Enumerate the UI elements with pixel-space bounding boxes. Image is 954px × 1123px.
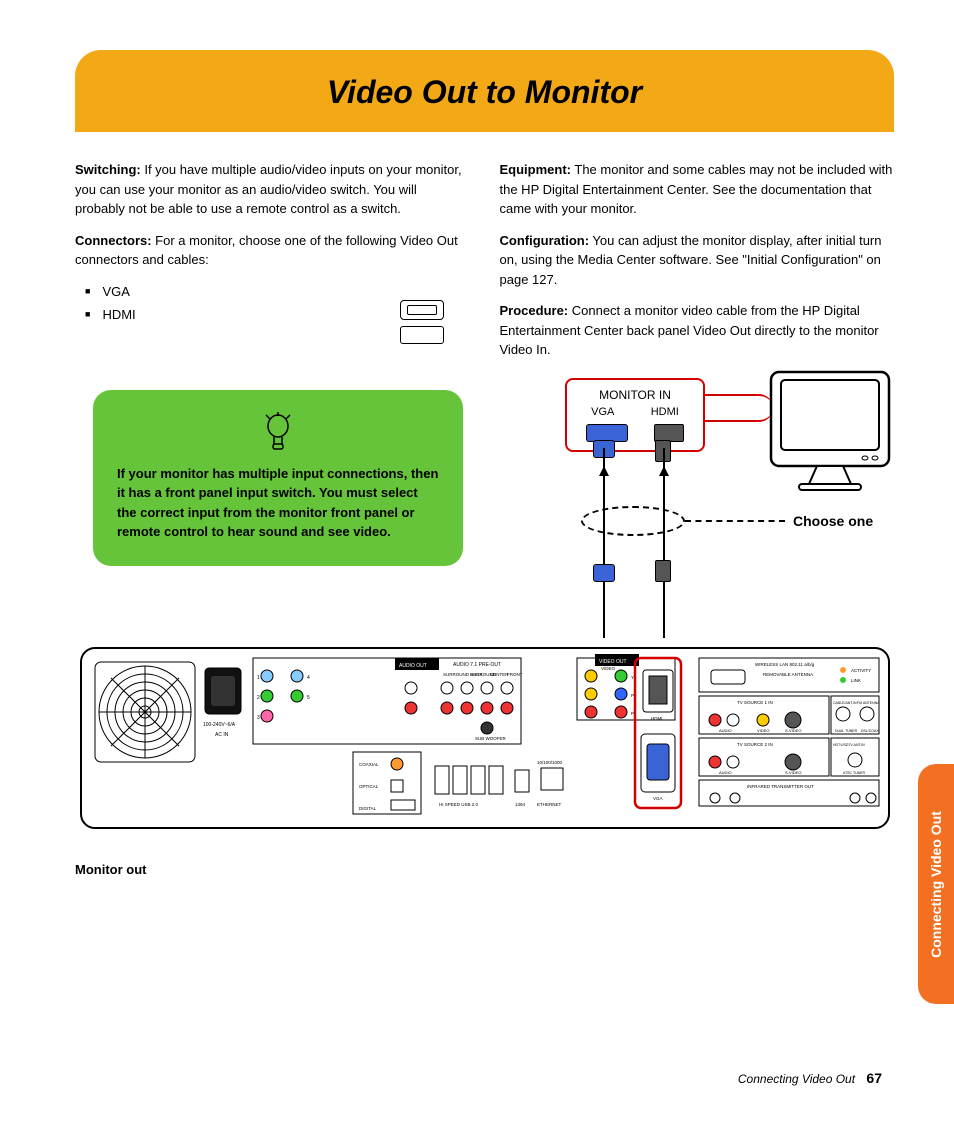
svideo-label: S-VIDEO (785, 728, 801, 733)
hdmi-panel-label: HDMI (651, 716, 663, 721)
dsl-coax-label: DSL/COAX (861, 729, 879, 733)
hdmi-plug-bottom-icon (655, 560, 671, 582)
hdmi-connector-icon (400, 326, 444, 344)
connector-icon-column (400, 300, 448, 344)
audio-out-label: AUDIO OUT (399, 663, 427, 669)
procedure-label: Procedure: (500, 303, 569, 318)
vga-plug-bottom-icon (593, 564, 615, 582)
page-title-bar: Video Out to Monitor (75, 50, 894, 132)
activity-label: ACTIVITY (851, 668, 871, 673)
svg-text:1: 1 (257, 675, 260, 681)
coaxial-label: COAXIAL (359, 762, 379, 767)
equipment-para: Equipment: The monitor and some cables m… (500, 160, 895, 219)
removable-label: REMOVABLE ANTENNA (763, 672, 813, 677)
list-item: VGA (85, 282, 470, 302)
front-label: FRONT (507, 672, 523, 677)
hdmi-cable (663, 448, 665, 638)
svg-text:Y: Y (631, 675, 634, 680)
configuration-para: Configuration: You can adjust the monito… (500, 231, 895, 290)
monitor-in-panel: MONITOR IN VGA HDMI (565, 378, 705, 453)
lightbulb-icon (263, 412, 293, 452)
hdtv-label: HDTV/SDTV ANT.IN (833, 743, 865, 747)
tip-callout: If your monitor has multiple input conne… (93, 390, 463, 566)
page-title: Video Out to Monitor (105, 68, 864, 116)
digital-label: DIGITAL (359, 806, 377, 811)
video-label: VIDEO (601, 666, 616, 671)
equipment-label: Equipment: (500, 162, 572, 177)
monitor-out-caption: Monitor out (75, 860, 146, 880)
right-column: Equipment: The monitor and some cables m… (500, 160, 895, 372)
side-tab-label: Connecting Video Out (926, 811, 947, 958)
hdmi-label: HDMI (651, 404, 679, 421)
optical-label: OPTICAL (359, 784, 379, 789)
vga-label: VGA (591, 404, 614, 421)
connectors-label: Connectors: (75, 233, 152, 248)
video-out-label: VIDEO OUT (599, 659, 627, 665)
page-number: 67 (866, 1070, 882, 1086)
switching-label: Switching: (75, 162, 141, 177)
svg-text:AUDIO: AUDIO (719, 770, 732, 775)
usb-label: HI SPEED USB 2.0 (439, 802, 479, 807)
vga-connector-icon (400, 300, 444, 320)
tv1-label: TV SOURCE 1 IN (737, 700, 773, 705)
svg-text:5: 5 (307, 695, 310, 701)
svg-text:S-VIDEO: S-VIDEO (785, 770, 801, 775)
red-connection-line (703, 394, 773, 422)
page-footer: Connecting Video Out 67 (738, 1068, 882, 1089)
wireless-label: WIRELESS LAN 802.11 a/b/g (755, 662, 815, 667)
cable-ant-label: CABLE/ANT.IN (833, 701, 857, 705)
ethernet-label: ETHERNET (537, 802, 562, 807)
section-side-tab: Connecting Video Out (918, 764, 954, 1004)
choose-one-line (685, 520, 785, 522)
switching-para: Switching: If you have multiple audio/vi… (75, 160, 470, 219)
tv2-label: TV SOURCE 2 IN (737, 742, 773, 747)
atsc-label: ATSC TUNER (843, 771, 866, 775)
arrow-up-icon (599, 466, 609, 476)
choose-one-oval (581, 506, 685, 536)
dual-tuner-label: DUAL TUNER (835, 729, 858, 733)
body-columns: Switching: If you have multiple audio/vi… (75, 160, 894, 372)
connectors-para: Connectors: For a monitor, choose one of… (75, 231, 470, 270)
monitor-icon (765, 366, 895, 502)
configuration-label: Configuration: (500, 233, 590, 248)
eth-speed-label: 10/100/1000 (537, 760, 563, 765)
footer-section: Connecting Video Out (738, 1072, 855, 1086)
choose-one-label: Choose one (793, 511, 873, 532)
n1394-label: 1394 (515, 802, 526, 807)
svg-text:2: 2 (257, 695, 260, 701)
audio71-label: AUDIO 7.1 PRE-OUT (453, 662, 501, 668)
fm-ant-label: FM ANTENNA (857, 701, 880, 705)
arrow-up-icon (659, 466, 669, 476)
ac-in-label: AC IN (215, 732, 229, 738)
vga-panel-label: VGA (653, 796, 663, 801)
link-label: LINK (851, 678, 861, 683)
svg-text:3: 3 (257, 715, 260, 721)
procedure-para: Procedure: Connect a monitor video cable… (500, 301, 895, 360)
vga-cable (603, 448, 605, 638)
tip-text: If your monitor has multiple input conne… (117, 466, 438, 540)
rear-panel-diagram: 100-240V~6/A AC IN AUDIO OUT AUDIO 7.1 P… (75, 646, 895, 846)
monitor-in-label: MONITOR IN (573, 386, 697, 404)
diagram-area: If your monitor has multiple input conne… (75, 390, 894, 890)
ac-spec: 100-240V~6/A (203, 722, 236, 728)
audio-label: AUDIO (719, 728, 732, 733)
svg-text:4: 4 (307, 675, 310, 681)
video-label: VIDEO (757, 728, 769, 733)
subwoofer-label: SUB WOOFER (475, 736, 507, 741)
ir-out-label: INFRARED TRANSMITTER OUT (747, 784, 814, 789)
